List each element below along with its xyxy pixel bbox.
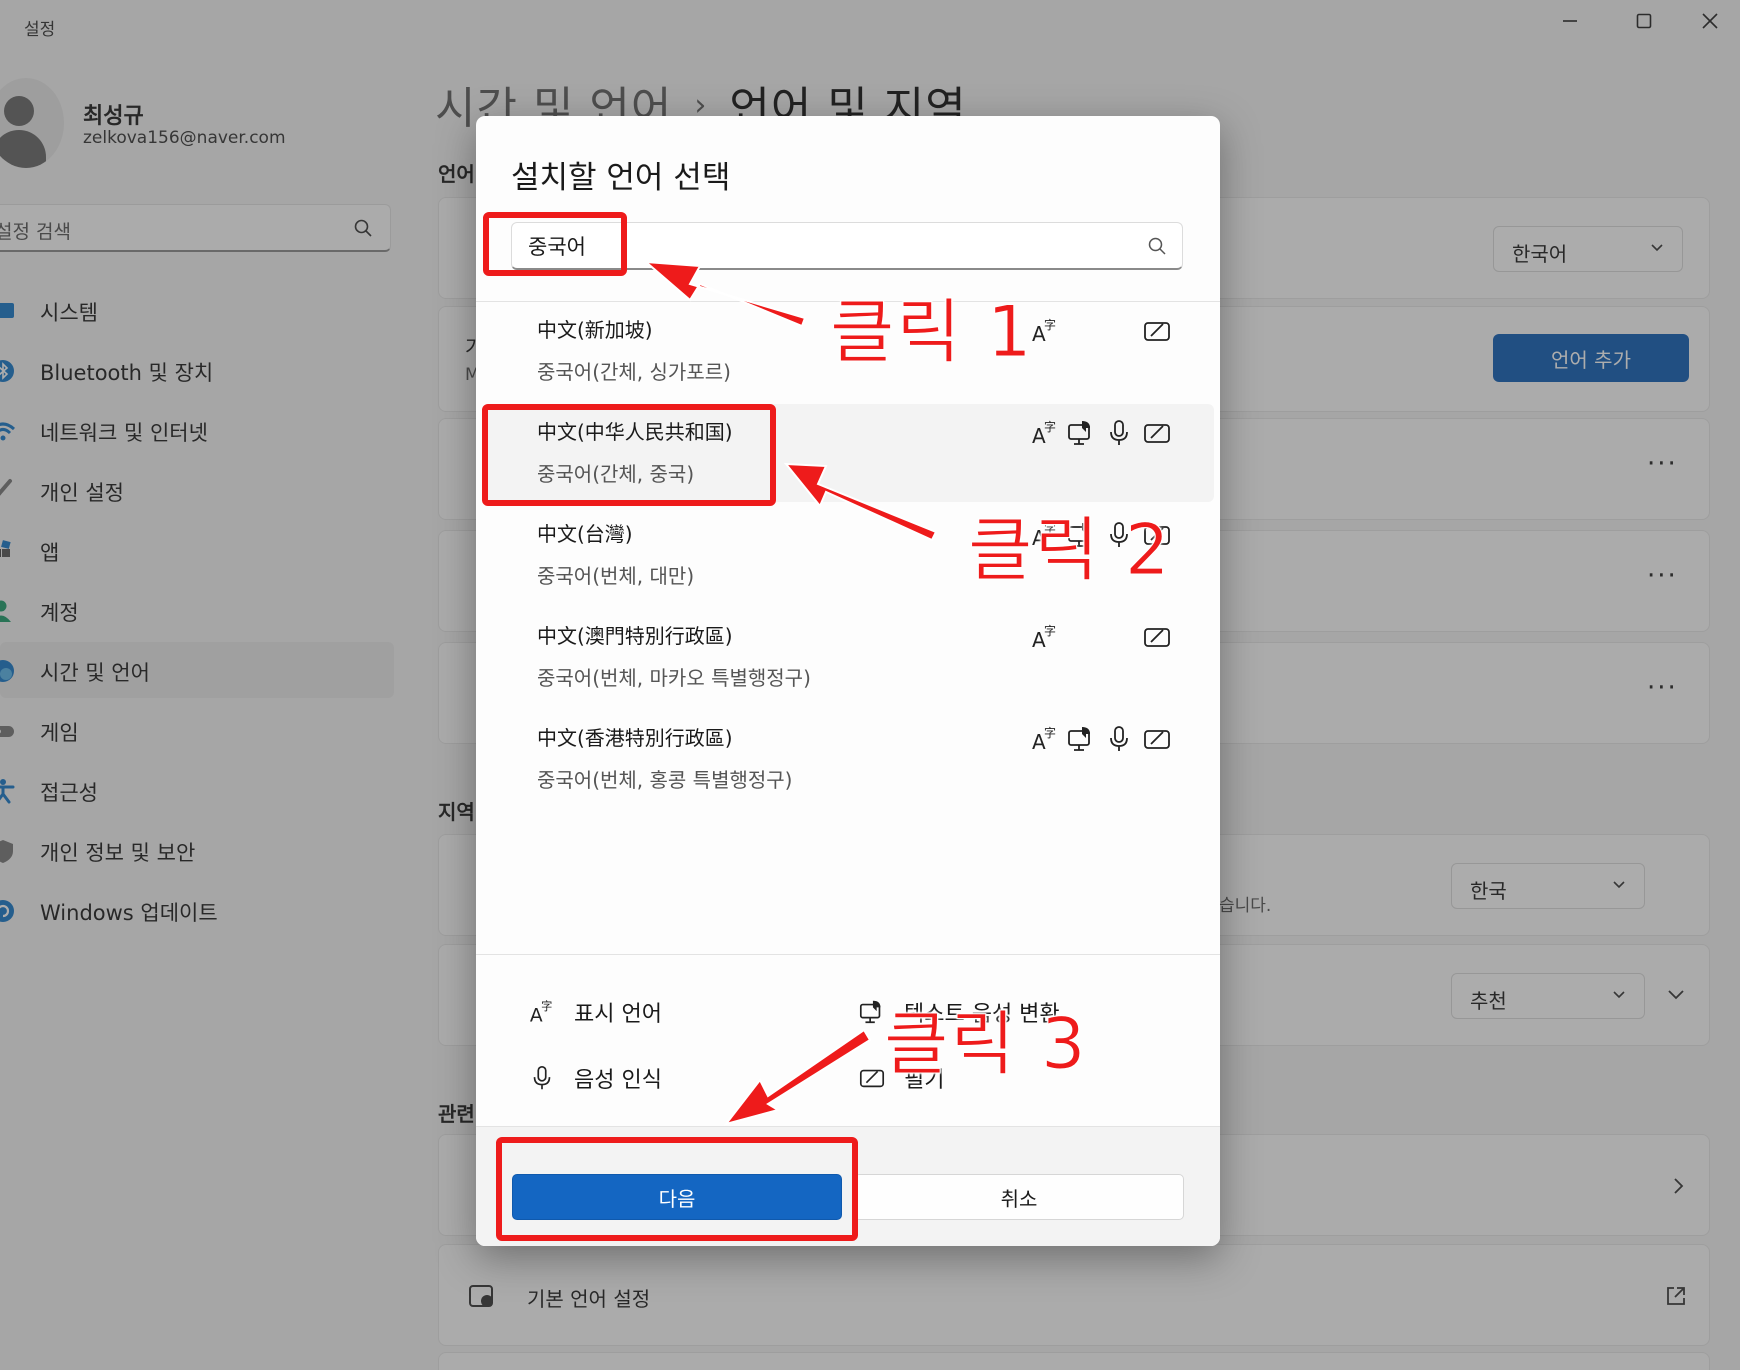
arrow-step-2 — [783, 462, 938, 542]
annotation-label-step-1: 클릭 1 — [830, 291, 1034, 374]
annotation-label-step-3: 클릭 3 — [884, 1003, 1088, 1086]
arrow-step-3 — [723, 1028, 872, 1126]
arrow-step-1 — [643, 260, 807, 328]
annotation-label-step-2: 클릭 2 — [968, 509, 1172, 592]
annotation-arrows — [643, 260, 938, 1126]
